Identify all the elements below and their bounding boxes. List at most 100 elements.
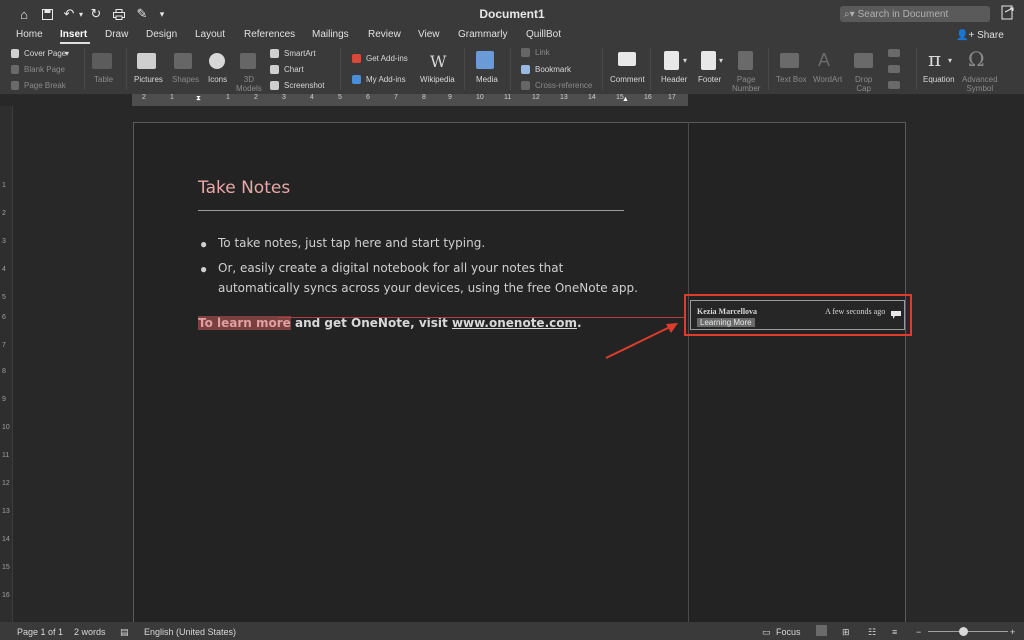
tab-quillbot[interactable]: QuillBot	[526, 29, 561, 40]
status-bar: Page 1 of 1 2 words ▤ English (United St…	[0, 622, 1024, 640]
right-indent-marker-icon[interactable]: ▲	[622, 96, 629, 103]
equation-dropdown-icon[interactable]: ▾	[948, 56, 952, 65]
header-button[interactable]: Header	[661, 75, 687, 84]
tab-references[interactable]: References	[244, 29, 295, 40]
wordart-button[interactable]: WordArt	[813, 75, 842, 84]
ruler-number: 1	[170, 94, 174, 101]
ruler-number: 1	[2, 182, 6, 189]
wikipedia-button[interactable]: Wikipedia	[420, 75, 455, 84]
equation-button[interactable]: Equation	[923, 75, 955, 84]
tab-layout[interactable]: Layout	[195, 29, 225, 40]
share-doc-icon[interactable]	[1001, 5, 1015, 21]
print-layout-view-icon[interactable]	[816, 625, 827, 636]
cross-reference-button[interactable]: Cross-reference	[535, 81, 592, 90]
object-icon[interactable]	[888, 81, 900, 89]
shapes-button[interactable]: Shapes	[172, 75, 199, 84]
word-count[interactable]: 2 words	[74, 627, 106, 637]
chart-button[interactable]: Chart	[284, 65, 304, 74]
ruler-number: 15	[2, 564, 10, 571]
ruler-number: 11	[2, 452, 10, 459]
tab-insert[interactable]: Insert	[60, 29, 87, 40]
wordart-icon: A	[818, 50, 831, 70]
document-heading[interactable]: Take Notes	[198, 178, 290, 198]
footer-icon	[701, 51, 716, 70]
media-icon	[476, 51, 494, 69]
onenote-link[interactable]: www.onenote.com	[452, 316, 577, 330]
tab-grammarly[interactable]: Grammarly	[458, 29, 507, 40]
bookmark-button[interactable]: Bookmark	[535, 65, 571, 74]
icons-button[interactable]: Icons	[208, 75, 227, 84]
ribbon: Cover Page ▾ Blank Page Page Break Table…	[0, 44, 1024, 95]
ribbon-tabs: Home Insert Draw Design Layout Reference…	[0, 28, 1024, 44]
language[interactable]: English (United States)	[144, 627, 236, 637]
bullet-marker: ●	[200, 262, 208, 276]
tab-home[interactable]: Home	[16, 29, 43, 40]
zoom-slider-thumb[interactable]	[959, 627, 968, 636]
link-button[interactable]: Link	[535, 48, 550, 57]
footer-dropdown-icon[interactable]: ▾	[719, 56, 723, 65]
document-page[interactable]	[133, 122, 906, 632]
horizontal-ruler[interactable]: 2 1 ⧗ 1 2 3 4 5 6 7 8 9 10 11 12 13 14 1…	[132, 94, 688, 106]
ruler-number: 13	[560, 94, 568, 101]
my-addins-button[interactable]: My Add-ins	[366, 75, 406, 84]
3d-models-button[interactable]: 3D Models	[236, 75, 262, 93]
focus-icon[interactable]: ▭	[762, 627, 771, 638]
blank-page-button[interactable]: Blank Page	[24, 65, 65, 74]
paragraph[interactable]: To learn more and get OneNote, visit www…	[198, 316, 582, 330]
cover-page-button[interactable]: Cover Page	[24, 49, 66, 58]
tab-draw[interactable]: Draw	[105, 29, 128, 40]
drop-cap-button[interactable]: Drop Cap	[855, 75, 872, 93]
tab-mailings[interactable]: Mailings	[312, 29, 349, 40]
symbol-icon: Ω	[968, 47, 985, 71]
tab-review[interactable]: Review	[368, 29, 401, 40]
ruler-number: 4	[2, 266, 6, 273]
pictures-button[interactable]: Pictures	[134, 75, 163, 84]
screenshot-button[interactable]: Screenshot	[284, 81, 324, 90]
tab-view[interactable]: View	[418, 29, 440, 40]
signature-line-icon[interactable]	[888, 49, 900, 57]
media-button[interactable]: Media	[476, 75, 498, 84]
date-time-icon[interactable]	[888, 65, 900, 73]
commented-text-highlight[interactable]: To learn more	[198, 316, 291, 330]
cover-page-dropdown-icon[interactable]: ▾	[65, 49, 69, 58]
share-button[interactable]: 👤+ Share	[956, 30, 1004, 41]
search-icon: ⌕▾	[844, 8, 855, 20]
icons-icon	[209, 53, 225, 69]
indent-marker-icon[interactable]: ⧗	[196, 95, 201, 103]
screenshot-icon	[270, 81, 279, 90]
page-break-button[interactable]: Page Break	[24, 81, 66, 90]
get-addins-button[interactable]: Get Add-ins	[366, 54, 408, 63]
focus-button[interactable]: Focus	[776, 627, 801, 637]
proofing-icon[interactable]: ▤	[120, 627, 129, 638]
ruler-number: 17	[668, 94, 676, 101]
smartart-button[interactable]: SmartArt	[284, 49, 316, 58]
ribbon-separator	[916, 48, 917, 90]
zoom-in-icon[interactable]: +	[1010, 627, 1015, 637]
search-input[interactable]: ⌕▾ Search in Document	[840, 6, 990, 22]
store-icon	[352, 54, 361, 63]
comment-button[interactable]: Comment	[610, 75, 645, 84]
page-count[interactable]: Page 1 of 1	[17, 627, 63, 637]
zoom-slider[interactable]	[928, 631, 1008, 632]
table-icon	[92, 53, 112, 69]
vertical-ruler[interactable]: 1 2 3 4 5 6 7 8 9 10 11 12 13 14 15 16	[0, 106, 13, 622]
zoom-out-icon[interactable]: −	[916, 627, 921, 637]
web-layout-view-icon[interactable]: ⊞	[842, 627, 850, 638]
text-box-button[interactable]: Text Box	[776, 75, 807, 84]
page-number-button[interactable]: Page Number	[732, 75, 760, 93]
advanced-symbol-button[interactable]: Advanced Symbol	[962, 75, 998, 93]
ribbon-separator	[602, 48, 603, 90]
table-button[interactable]: Table	[94, 75, 113, 84]
bullet-text[interactable]: Or, easily create a digital notebook for…	[218, 258, 638, 298]
outline-view-icon[interactable]: ☷	[868, 627, 876, 638]
draft-view-icon[interactable]: ≡	[892, 627, 897, 637]
bullet-text[interactable]: To take notes, just tap here and start t…	[218, 233, 638, 253]
footer-button[interactable]: Footer	[698, 75, 721, 84]
ruler-number: 3	[282, 94, 286, 101]
ruler-number: 16	[644, 94, 652, 101]
pictures-icon	[137, 53, 156, 69]
tab-design[interactable]: Design	[146, 29, 177, 40]
ruler-number: 2	[254, 94, 258, 101]
header-dropdown-icon[interactable]: ▾	[683, 56, 687, 65]
ruler-number: 11	[504, 94, 512, 101]
